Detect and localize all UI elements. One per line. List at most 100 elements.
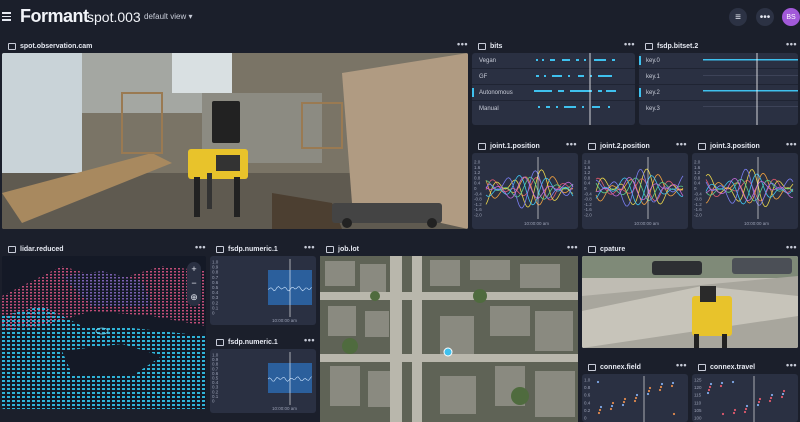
connex-field-menu-icon[interactable]: ••• bbox=[676, 360, 687, 370]
data-point bbox=[671, 381, 675, 385]
bits-row-label: Manual bbox=[479, 105, 499, 112]
data-point bbox=[768, 399, 772, 403]
numeric2-title: fsdp.numeric.1 bbox=[228, 338, 278, 346]
more-options-button[interactable]: ••• bbox=[756, 8, 774, 26]
y-tick-label: 0.8 bbox=[474, 175, 481, 180]
y-tick-label: -1.2 bbox=[694, 202, 702, 207]
bitset-panel: key.0 key.1 key.2 key.3 bbox=[639, 53, 798, 125]
joint3-header: joint.3.position ••• bbox=[698, 139, 797, 153]
joint3-menu-icon[interactable]: ••• bbox=[786, 139, 797, 149]
joint1-menu-icon[interactable]: ••• bbox=[566, 139, 577, 149]
numeric1-panel: 1.0 0.9 0.8 0.7 0.6 0.5 0.4 0.3 0.2 0.1 0 10:00:00 … bbox=[210, 256, 316, 325]
lidar-viewer[interactable]: + − ⊕ bbox=[2, 256, 206, 409]
numeric1-menu-icon[interactable]: ••• bbox=[304, 242, 315, 252]
observation-video[interactable] bbox=[2, 53, 468, 229]
joint3-chart: 2.01.61.20.80.40-0.4-0.8-1.2-1.6-2.0 10:0… bbox=[694, 157, 794, 226]
numeric2-panel: 1.0 0.9 0.8 0.7 0.6 0.5 0.4 0.3 0.2 0.1 0 10:00:00 … bbox=[210, 349, 316, 413]
data-point bbox=[621, 403, 625, 407]
data-point bbox=[611, 401, 615, 405]
y-tick-label: 2.0 bbox=[474, 160, 481, 165]
bits-menu-icon[interactable]: ••• bbox=[624, 39, 635, 49]
capture-title: cpature bbox=[600, 245, 626, 253]
recenter-icon[interactable]: ⊕ bbox=[187, 290, 201, 304]
data-point bbox=[659, 385, 663, 389]
avatar[interactable]: BS bbox=[782, 8, 800, 26]
lidar-pointcloud bbox=[2, 266, 206, 409]
numeric2-menu-icon[interactable]: ••• bbox=[304, 335, 315, 345]
map-menu-icon[interactable]: ••• bbox=[567, 242, 578, 252]
data-point bbox=[596, 380, 600, 384]
y-tick-label: 110 bbox=[694, 400, 702, 405]
data-point bbox=[757, 400, 761, 404]
bitset-header: fsdp.bitset.2 ••• bbox=[645, 39, 797, 53]
y-tick-label: 0.4 bbox=[584, 181, 591, 186]
y-tick-label: -2.0 bbox=[474, 213, 482, 218]
zoom-in-button[interactable]: + bbox=[187, 262, 201, 276]
joint2-title: joint.2.position bbox=[600, 142, 650, 150]
capture-image[interactable] bbox=[582, 256, 798, 348]
y-tick-label: 0.8 bbox=[584, 385, 591, 390]
observation-header: spot.observation.cam ••• bbox=[8, 39, 468, 53]
data-point bbox=[709, 382, 713, 386]
lidar-controls: + − ⊕ bbox=[187, 262, 201, 306]
y-tick-label: 0 bbox=[694, 186, 697, 191]
data-point bbox=[597, 411, 601, 415]
data-point bbox=[708, 385, 712, 389]
data-point bbox=[744, 407, 748, 411]
view-selector-label: default view bbox=[144, 12, 187, 21]
data-point bbox=[781, 392, 785, 396]
map-title: job.lot bbox=[338, 245, 359, 253]
y-tick-label: 0.4 bbox=[474, 181, 481, 186]
robot-location-marker[interactable] bbox=[443, 347, 453, 357]
data-point bbox=[756, 403, 760, 407]
lidar-menu-icon[interactable]: ••• bbox=[195, 242, 206, 252]
data-point bbox=[623, 397, 627, 401]
data-point bbox=[706, 391, 710, 395]
bits-timeline bbox=[534, 53, 616, 125]
y-tick-label: 0 bbox=[584, 186, 587, 191]
y-tick-label: 1.6 bbox=[694, 165, 701, 170]
bits-icon bbox=[478, 42, 486, 50]
bitset-menu-icon[interactable]: ••• bbox=[786, 39, 797, 49]
active-marker bbox=[639, 56, 641, 65]
y-tick-label: 1.6 bbox=[474, 165, 481, 170]
y-tick-label: 0 bbox=[584, 416, 587, 421]
connex-travel-panel: 125 120 115 110 105 100 bbox=[692, 374, 798, 422]
y-tick-label: 120 bbox=[694, 385, 702, 390]
connex-travel-menu-icon[interactable]: ••• bbox=[786, 360, 797, 370]
view-selector[interactable]: default view ▾ bbox=[144, 12, 193, 21]
data-point bbox=[635, 393, 639, 397]
joint2-menu-icon[interactable]: ••• bbox=[676, 139, 687, 149]
capture-scene bbox=[582, 256, 798, 348]
filter-button[interactable]: ≡ bbox=[729, 8, 747, 26]
connex-travel-chart: 125 120 115 110 105 100 bbox=[694, 376, 786, 422]
y-tick-label: 0.8 bbox=[584, 175, 591, 180]
data-point bbox=[647, 389, 651, 393]
joint2-chart: 2.01.61.20.80.40-0.4-0.8-1.2-1.6-2.0 10:0… bbox=[584, 157, 684, 226]
data-point bbox=[648, 386, 652, 390]
joint2-header: joint.2.position ••• bbox=[588, 139, 687, 153]
joint1-panel: 2.0 1.6 1.2 0.8 0.4 0 -0.4 -0.8 -1.2 -1.6 -2.0 10:0… bbox=[472, 153, 578, 229]
connex-travel-header: connex.travel ••• bbox=[698, 360, 797, 374]
y-tick-label: 1.2 bbox=[584, 170, 591, 175]
data-point bbox=[732, 411, 736, 415]
data-point bbox=[660, 382, 664, 386]
bits-row-label: Autonomous bbox=[479, 89, 513, 96]
bitset-timeline bbox=[703, 53, 798, 125]
data-point bbox=[598, 408, 602, 412]
data-point bbox=[745, 404, 749, 408]
y-tick-label: 0.4 bbox=[584, 400, 591, 405]
zoom-out-button[interactable]: − bbox=[187, 276, 201, 290]
y-tick-label: 0.6 bbox=[584, 393, 591, 398]
lidar-title: lidar.reduced bbox=[20, 245, 64, 253]
capture-menu-icon[interactable]: ••• bbox=[786, 242, 797, 252]
y-tick-label: -1.2 bbox=[584, 202, 592, 207]
data-point bbox=[720, 381, 724, 385]
joint1-title: joint.1.position bbox=[490, 142, 540, 150]
menu-icon[interactable] bbox=[2, 12, 11, 21]
satellite-map[interactable] bbox=[320, 256, 578, 422]
bits-panel: Vegan GF Autonomous Manual bbox=[472, 53, 635, 125]
joint2-panel: 2.0 1.6 1.2 0.8 0.4 0 -0.4 -0.8 -1.2 -1.6 -2.0 10:0… bbox=[582, 153, 688, 229]
series-line bbox=[485, 170, 574, 209]
observation-menu-icon[interactable]: ••• bbox=[457, 39, 468, 49]
